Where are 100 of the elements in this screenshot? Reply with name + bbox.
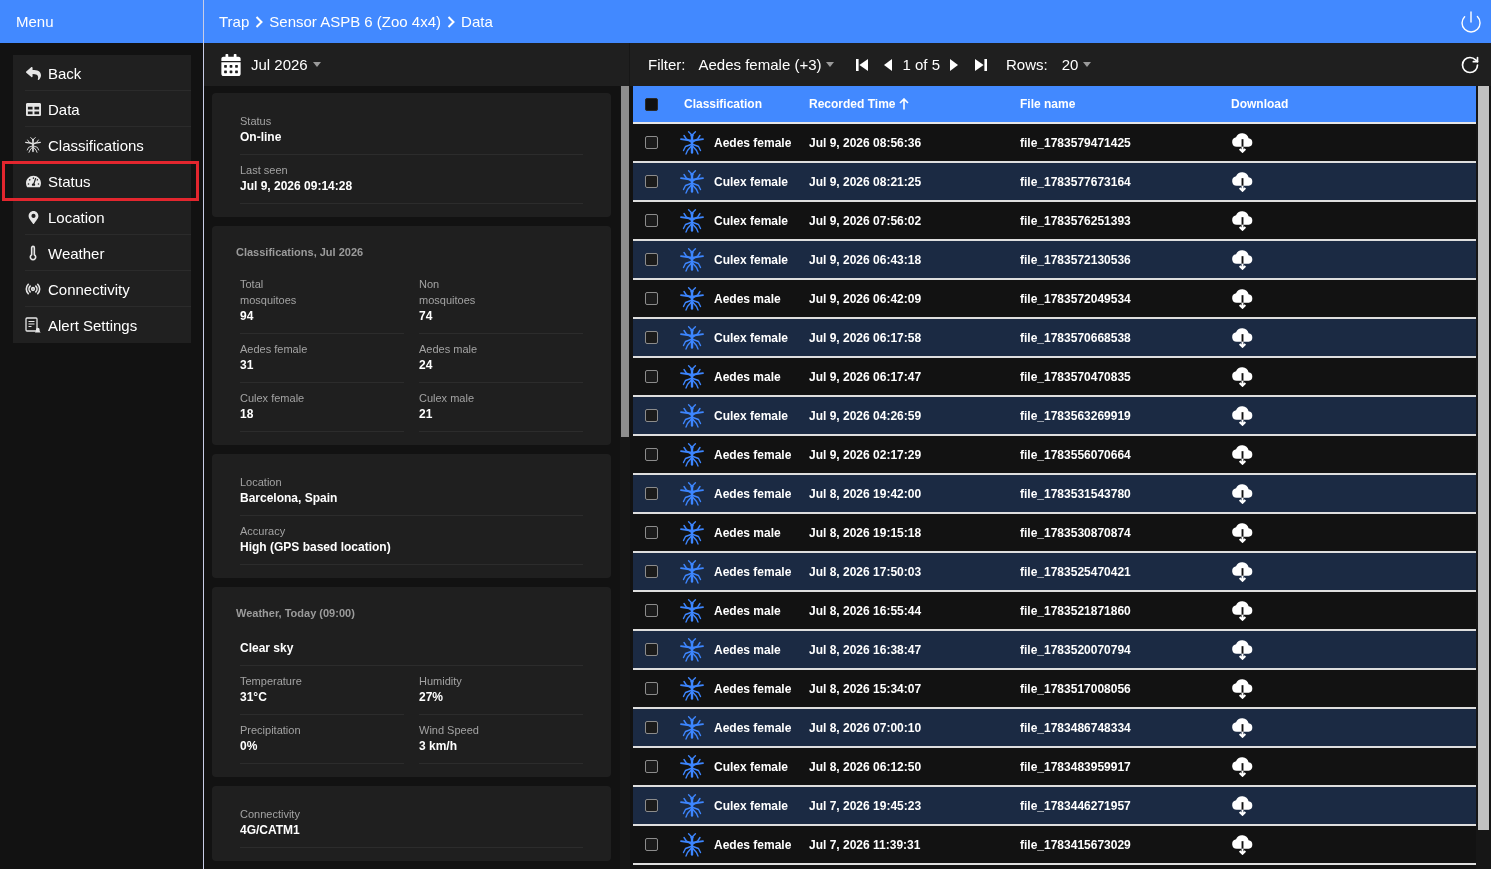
- caret-down-icon: [826, 62, 835, 67]
- menu-header: Menu: [0, 0, 203, 43]
- scrollbar-thumb[interactable]: [621, 86, 629, 437]
- file-name-cell: file_1783483959917: [1020, 759, 1131, 774]
- cloud-download-icon: [1230, 288, 1255, 309]
- field-value: 31: [240, 357, 255, 373]
- rows-dropdown[interactable]: 20: [1061, 56, 1092, 73]
- download-button[interactable]: [1230, 288, 1255, 309]
- refresh-button[interactable]: [1460, 54, 1480, 75]
- sidebar-item[interactable]: Location: [13, 199, 191, 235]
- field-value: 21: [419, 406, 434, 422]
- field-value: 31°C: [240, 689, 268, 705]
- scrollbar-thumb[interactable]: [1478, 86, 1489, 830]
- table-icon: [25, 101, 41, 117]
- sidebar-item[interactable]: Alert Settings: [13, 307, 191, 343]
- download-button[interactable]: [1230, 834, 1255, 855]
- field-value: 24: [419, 357, 434, 373]
- sidebar-item[interactable]: Data: [13, 91, 191, 127]
- field-label: Humidity: [419, 674, 463, 689]
- field-label: Total mosquitoes: [240, 277, 298, 308]
- classification-label: Aedes female: [714, 837, 792, 852]
- row-checkbox[interactable]: [645, 799, 658, 812]
- sidebar-item[interactable]: Back: [13, 55, 191, 91]
- map-pin-icon: [26, 210, 40, 224]
- sidebar-item[interactable]: Connectivity: [13, 271, 191, 307]
- row-checkbox[interactable]: [645, 175, 658, 188]
- row-checkbox[interactable]: [645, 136, 658, 149]
- mosquito-icon: [680, 286, 704, 311]
- filter-dropdown[interactable]: Aedes female (+3): [698, 56, 835, 73]
- download-button[interactable]: [1230, 639, 1255, 660]
- classification-label: Aedes female: [714, 135, 792, 150]
- sidebar-item[interactable]: Status: [2, 161, 199, 201]
- row-checkbox[interactable]: [645, 487, 658, 500]
- download-button[interactable]: [1230, 210, 1255, 231]
- file-name-cell: file_1783520070794: [1020, 642, 1131, 657]
- field-label: Culex male: [419, 391, 476, 406]
- mosquito-icon: [680, 559, 704, 584]
- row-checkbox[interactable]: [645, 526, 658, 539]
- classification-label: Aedes female: [714, 681, 792, 696]
- file-name-cell: file_1783576251393: [1020, 213, 1131, 228]
- triangle-left-icon: [884, 58, 893, 71]
- power-button[interactable]: [1459, 9, 1483, 34]
- row-checkbox[interactable]: [645, 721, 658, 734]
- download-button[interactable]: [1230, 678, 1255, 699]
- weather-summary: Clear sky: [240, 640, 295, 656]
- download-button[interactable]: [1230, 327, 1255, 348]
- row-checkbox[interactable]: [645, 760, 658, 773]
- file-name-cell: file_1783530870874: [1020, 525, 1131, 540]
- cloud-download-icon: [1230, 132, 1255, 153]
- download-button[interactable]: [1230, 756, 1255, 777]
- previous-page-button[interactable]: [884, 58, 893, 71]
- row-checkbox[interactable]: [645, 565, 658, 578]
- file-name-cell: file_1783521871860: [1020, 603, 1131, 618]
- classification-label: Culex female: [714, 213, 789, 228]
- download-button[interactable]: [1230, 600, 1255, 621]
- download-button[interactable]: [1230, 561, 1255, 582]
- file-name-cell: file_1783577673164: [1020, 174, 1131, 189]
- row-checkbox[interactable]: [645, 292, 658, 305]
- row-checkbox[interactable]: [645, 409, 658, 422]
- download-button[interactable]: [1230, 132, 1255, 153]
- download-button[interactable]: [1230, 483, 1255, 504]
- download-button[interactable]: [1230, 522, 1255, 543]
- download-button[interactable]: [1230, 717, 1255, 738]
- row-checkbox[interactable]: [645, 370, 658, 383]
- mosquito-icon: [680, 598, 704, 623]
- download-button[interactable]: [1230, 405, 1255, 426]
- row-checkbox[interactable]: [645, 214, 658, 227]
- time-cell: Jul 9, 2026 06:42:09: [809, 291, 922, 306]
- card-title: Weather, Today (09:00): [236, 606, 356, 621]
- row-checkbox[interactable]: [645, 253, 658, 266]
- row-checkbox[interactable]: [645, 331, 658, 344]
- download-button[interactable]: [1230, 249, 1255, 270]
- field-label: Non mosquitoes: [419, 277, 477, 308]
- next-page-button[interactable]: [950, 58, 958, 71]
- download-button[interactable]: [1230, 795, 1255, 816]
- cloud-download-icon: [1230, 717, 1255, 738]
- time-cell: Jul 9, 2026 06:17:47: [809, 369, 922, 384]
- sidebar-item[interactable]: Classifications: [13, 127, 191, 163]
- sidebar-item[interactable]: Weather: [13, 235, 191, 271]
- row-checkbox[interactable]: [645, 838, 658, 851]
- row-checkbox[interactable]: [645, 448, 658, 461]
- field-value: Jul 9, 2026 09:14:28: [240, 178, 354, 194]
- time-cell: Jul 9, 2026 08:21:25: [809, 174, 922, 189]
- download-button[interactable]: [1230, 444, 1255, 465]
- select-all-checkbox[interactable]: [645, 97, 658, 111]
- first-page-button[interactable]: [856, 58, 869, 71]
- last-page-button[interactable]: [975, 58, 987, 71]
- row-checkbox[interactable]: [645, 604, 658, 617]
- field-label: Accuracy: [240, 524, 287, 539]
- row-checkbox[interactable]: [645, 682, 658, 695]
- download-button[interactable]: [1230, 171, 1255, 192]
- mosquito-icon: [680, 715, 704, 740]
- chevron-right-icon: [255, 15, 264, 28]
- time-cell: Jul 8, 2026 16:55:44: [809, 603, 922, 618]
- row-checkbox[interactable]: [645, 643, 658, 656]
- mosquito-icon: [680, 793, 704, 818]
- month-dropdown[interactable]: Jul 2026: [220, 53, 321, 76]
- mosquito-icon: [680, 481, 704, 506]
- file-name-cell: file_1783570668538: [1020, 330, 1131, 345]
- download-button[interactable]: [1230, 366, 1255, 387]
